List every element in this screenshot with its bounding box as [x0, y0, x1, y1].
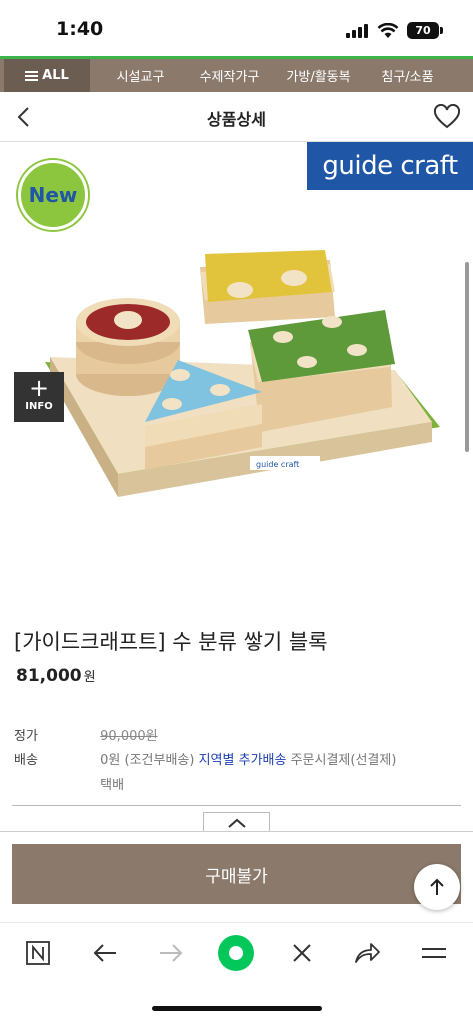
list-price-value: 90,000원 — [100, 729, 158, 744]
wifi-icon — [377, 23, 399, 38]
list-price-label: 정가 — [14, 729, 38, 744]
price-value: 81,000 — [16, 666, 82, 686]
browser-toolbar — [0, 922, 473, 984]
product-price: 81,000 원 — [16, 666, 96, 686]
shipping-label: 배송 — [14, 753, 38, 768]
status-bar: 1:40 70 — [0, 0, 473, 56]
close-icon[interactable] — [286, 937, 318, 969]
category-item-bedding[interactable]: 침구/소품 — [363, 66, 452, 85]
package-label: guide craft — [256, 460, 299, 469]
divider — [12, 805, 461, 806]
shipping-payment: 주문시결제(선결제) — [290, 753, 397, 768]
collapse-toggle[interactable] — [203, 812, 270, 832]
plus-icon: + — [28, 374, 50, 402]
back-arrow-icon[interactable] — [89, 937, 121, 969]
all-categories-button[interactable]: ALL — [4, 59, 90, 92]
naver-green-dot-icon[interactable] — [218, 935, 254, 971]
scrollbar[interactable] — [465, 262, 469, 452]
info-button[interactable]: + INFO — [14, 372, 64, 422]
menu-icon[interactable] — [418, 937, 450, 969]
shipping-region-link[interactable]: 지역별 추가배송 — [199, 753, 287, 768]
naver-n-icon[interactable] — [22, 937, 54, 969]
status-time: 1:40 — [56, 18, 104, 40]
chevron-up-icon — [227, 818, 246, 828]
category-nav: ALL 시설교구 수제작가구 가방/활동복 침구/소품 — [0, 56, 473, 92]
category-item-bags[interactable]: 가방/활동복 — [274, 66, 363, 85]
battery-tip — [440, 27, 443, 34]
price-currency: 원 — [83, 670, 96, 685]
shipping-row: 배송 0원 (조건부배송) 지역별 추가배송 주문시결제(선결제) — [14, 749, 396, 768]
all-label: ALL — [42, 68, 69, 83]
info-label: INFO — [25, 401, 53, 412]
page-header: 상품상세 — [0, 92, 473, 142]
divider-bottom — [0, 831, 473, 832]
shipping-fee: 0원 (조건부배송) — [100, 753, 195, 768]
hamburger-icon — [25, 70, 39, 81]
stacking-blocks-toy-image: guide craft — [45, 250, 440, 497]
product-image[interactable]: guide craft New guide craft + INFO — [0, 142, 473, 602]
page-title: 상품상세 — [207, 110, 266, 129]
category-item-facility[interactable]: 시설교구 — [96, 66, 185, 85]
cellular-signal-icon — [346, 24, 368, 38]
heart-icon[interactable] — [433, 104, 461, 130]
shipping-method-row: 택배 — [14, 774, 124, 793]
arrow-up-icon — [430, 878, 444, 895]
category-item-handmade-furniture[interactable]: 수제작가구 — [185, 66, 274, 85]
scroll-to-top-button[interactable] — [414, 864, 460, 910]
buy-button[interactable]: 구매불가 — [12, 844, 461, 904]
home-indicator[interactable] — [152, 1006, 322, 1011]
forward-arrow-icon[interactable] — [155, 937, 187, 969]
shipping-method: 택배 — [100, 778, 125, 793]
product-name: [가이드크래프트] 수 분류 쌓기 블록 — [14, 630, 328, 654]
battery-icon: 70 — [407, 22, 439, 39]
share-icon[interactable] — [351, 937, 383, 969]
list-price-row: 정가 90,000원 — [14, 725, 158, 744]
